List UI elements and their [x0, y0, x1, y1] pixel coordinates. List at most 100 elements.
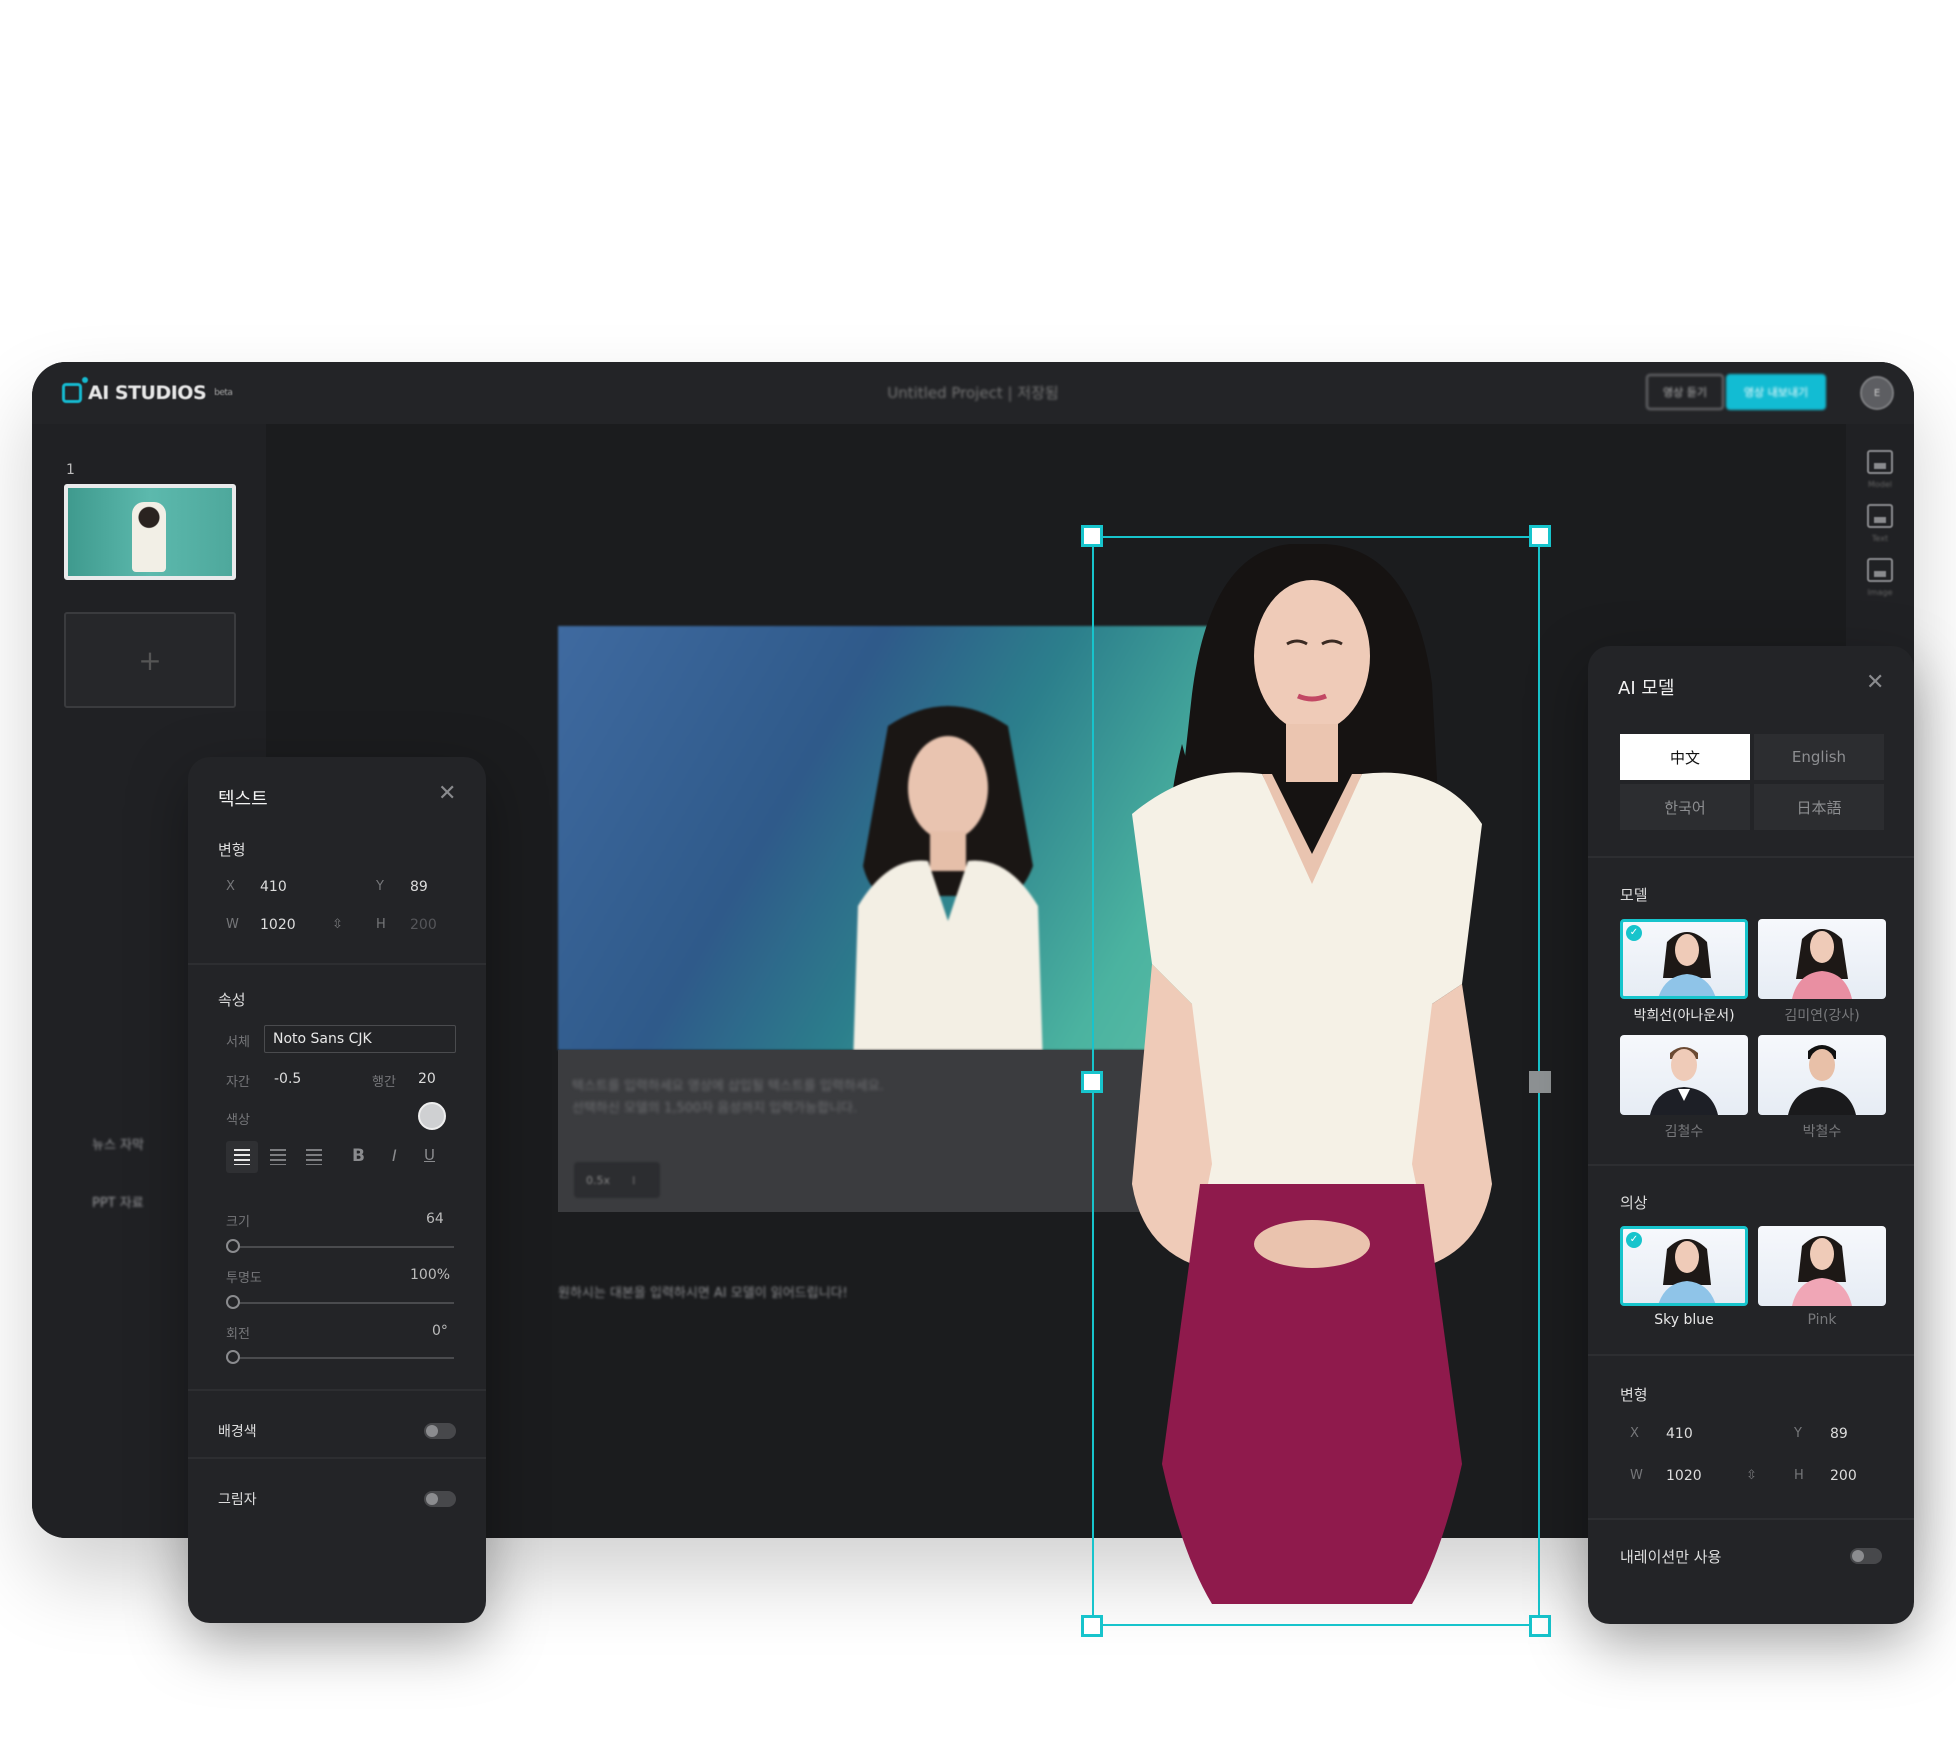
h-label: H [1794, 1468, 1804, 1483]
panel-title: AI 모델 [1618, 678, 1675, 699]
outfit-name: Sky blue [1654, 1312, 1714, 1328]
add-slide-button[interactable]: + [64, 612, 236, 708]
preview-avatar [853, 706, 1043, 1050]
preview-button[interactable]: 영상 듣기 [1646, 374, 1724, 410]
align-center-icon[interactable] [270, 1149, 286, 1165]
selected-check-icon: ✓ [1626, 1232, 1642, 1248]
align-right-icon[interactable] [306, 1149, 322, 1165]
spacing-label: 자간 [226, 1075, 250, 1090]
size-label: 크기 [226, 1215, 250, 1230]
line-height-label: 행간 [372, 1075, 396, 1090]
rotate-slider-knob[interactable] [226, 1350, 240, 1364]
shadow-toggle[interactable] [424, 1491, 456, 1507]
y-label: Y [1794, 1426, 1802, 1441]
resize-handle-mid-left[interactable] [1081, 1071, 1103, 1093]
model-name: 김철수 [1664, 1124, 1704, 1140]
model-icon[interactable] [1867, 450, 1893, 474]
close-icon[interactable]: ✕ [1866, 672, 1884, 694]
image-icon[interactable] [1867, 558, 1893, 582]
opacity-slider[interactable] [232, 1302, 454, 1304]
resize-handle-top-right[interactable] [1529, 525, 1551, 547]
caption-text[interactable]: 텍스트를 입력하세요 영상에 삽입될 텍스트를 입력하세요. 선택하신 모델의 … [572, 1076, 884, 1120]
thumbnail-figure [132, 502, 166, 572]
resize-handle-bottom-right[interactable] [1529, 1615, 1551, 1637]
export-button[interactable]: 영상 내보내기 [1726, 374, 1826, 410]
italic-button[interactable]: I [392, 1146, 397, 1165]
rail-label-text: Text [1871, 534, 1889, 543]
divider [1588, 856, 1914, 858]
outfit-card[interactable]: ✓ [1620, 1226, 1748, 1306]
spacing-field[interactable]: -0.5 [274, 1071, 301, 1087]
narration-label: 내레이션만 사용 [1620, 1548, 1722, 1566]
narration-toggle[interactable] [1850, 1548, 1882, 1564]
size-value: 64 [426, 1211, 444, 1227]
lang-tab-english[interactable]: English [1754, 734, 1884, 780]
color-swatch[interactable] [418, 1102, 446, 1130]
outfit-card[interactable] [1758, 1226, 1886, 1306]
lang-tab-chinese[interactable]: 中文 [1620, 734, 1750, 780]
line-height-field[interactable]: 20 [418, 1071, 436, 1087]
model-thumbnail [1792, 929, 1852, 999]
divider [188, 1389, 486, 1391]
w-label: W [226, 917, 239, 932]
bold-button[interactable]: B [352, 1146, 365, 1166]
font-label: 서체 [226, 1035, 250, 1050]
opacity-slider-knob[interactable] [226, 1295, 240, 1309]
aspect-lock-icon[interactable]: ⇳ [332, 917, 343, 932]
y-field[interactable]: 89 [410, 879, 428, 895]
speed-control[interactable]: 0.5x ⁞ [574, 1162, 660, 1198]
resize-handle-top-left[interactable] [1081, 525, 1103, 547]
w-field[interactable]: 1020 [1666, 1468, 1702, 1484]
caption-line-1: 텍스트를 입력하세요 영상에 삽입될 텍스트를 입력하세요. [572, 1079, 884, 1094]
rail-label-image: Image [1867, 588, 1893, 597]
model-name: 박철수 [1802, 1124, 1842, 1140]
speed-drag-icon: ⁞ [632, 1173, 636, 1187]
slide-thumbnail[interactable] [64, 484, 236, 580]
size-slider[interactable] [232, 1246, 454, 1248]
text-icon[interactable] [1867, 504, 1893, 528]
h-label: H [376, 917, 386, 932]
props-title: 속성 [218, 991, 246, 1009]
divider [188, 1457, 486, 1459]
color-label: 색상 [226, 1113, 250, 1128]
h-field[interactable]: 200 [410, 917, 437, 933]
font-select[interactable]: Noto Sans CJK [264, 1025, 456, 1053]
sidebar-item-news-caption[interactable]: 뉴스 자막 [92, 1134, 144, 1153]
x-field[interactable]: 410 [1666, 1426, 1693, 1442]
h-field[interactable]: 200 [1830, 1468, 1857, 1484]
bg-color-toggle[interactable] [424, 1423, 456, 1439]
rotate-slider[interactable] [232, 1357, 454, 1359]
w-label: W [1630, 1468, 1643, 1483]
sidebar-item-ppt[interactable]: PPT 자료 [92, 1192, 144, 1211]
caption-line-2: 선택하신 모델의 1,500자 음성까지 입력가능합니다. [572, 1101, 858, 1116]
resize-handle-mid-right[interactable] [1529, 1071, 1551, 1093]
model-card[interactable] [1758, 1035, 1886, 1115]
script-text[interactable]: 원하시는 대본을 입력하시면 AI 모델이 읽어드립니다! [558, 1282, 848, 1301]
lang-tab-japanese[interactable]: 日本語 [1754, 784, 1884, 830]
aspect-lock-icon[interactable]: ⇳ [1746, 1468, 1757, 1483]
rail-label-model: Model [1867, 480, 1893, 489]
model-thumbnail [1788, 1045, 1856, 1115]
underline-button[interactable]: U [424, 1146, 435, 1164]
close-icon[interactable]: ✕ [438, 783, 456, 805]
outfit-thumbnail [1792, 1236, 1852, 1306]
x-field[interactable]: 410 [260, 879, 287, 895]
top-bar: AI STUDIOS beta Untitled Project | 저장됨 영… [32, 362, 1914, 424]
opacity-label: 투명도 [226, 1271, 262, 1286]
w-field[interactable]: 1020 [260, 917, 296, 933]
transform-title: 변형 [1620, 1386, 1648, 1404]
user-avatar[interactable]: E [1860, 376, 1894, 410]
ai-model-panel: AI 모델 ✕ 中文 English 한국어 日本語 모델 ✓ 박희선(아나운서… [1588, 646, 1914, 1624]
model-name: 김미연(강사) [1784, 1008, 1860, 1024]
outfit-title: 의상 [1620, 1194, 1648, 1212]
model-card[interactable] [1620, 1035, 1748, 1115]
model-card[interactable]: ✓ [1620, 919, 1748, 999]
model-card[interactable] [1758, 919, 1886, 999]
size-slider-knob[interactable] [226, 1239, 240, 1253]
selection-box [1092, 536, 1540, 1626]
lang-tab-korean[interactable]: 한국어 [1620, 784, 1750, 830]
y-field[interactable]: 89 [1830, 1426, 1848, 1442]
resize-handle-bottom-left[interactable] [1081, 1615, 1103, 1637]
divider [1588, 1518, 1914, 1520]
project-title[interactable]: Untitled Project | 저장됨 [32, 382, 1914, 403]
